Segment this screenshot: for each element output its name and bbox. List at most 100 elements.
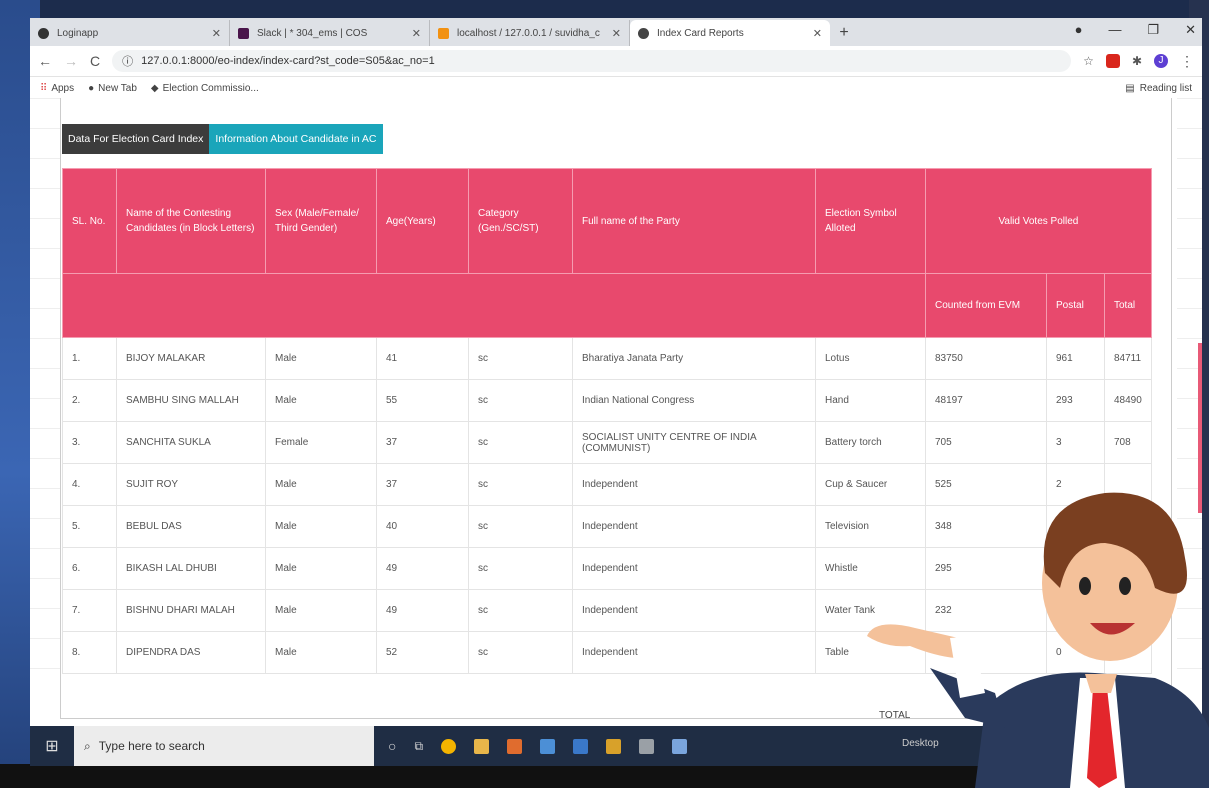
profile-avatar[interactable]: J <box>1154 54 1168 68</box>
url-text: 127.0.0.1:8000/eo-index/index-card?st_co… <box>141 55 435 67</box>
app-icon[interactable] <box>540 738 556 754</box>
chrome-icon[interactable] <box>441 738 457 754</box>
notepad-icon[interactable] <box>606 738 622 754</box>
cell-total: 48490 <box>1104 379 1152 422</box>
cortana-icon[interactable]: ○ <box>388 738 396 754</box>
header-valid-votes: Valid Votes Polled <box>925 168 1152 274</box>
table-row: 3. SANCHITA SUKLA Female 37 sc SOCIALIST UNIT… <box>62 421 1152 464</box>
profile-menu-icon[interactable]: ● <box>1075 22 1083 38</box>
cell-symbol: Battery torch <box>815 421 926 464</box>
taskbar-search[interactable]: ⌕ Type here to search <box>74 726 374 766</box>
reading-list-icon: ▤ <box>1125 82 1135 94</box>
slack-icon <box>238 27 249 39</box>
cell-age: 37 <box>376 421 469 464</box>
pdf-extension-icon[interactable] <box>1105 54 1120 68</box>
bookmark-apps[interactable]: ⠿ Apps <box>40 83 74 94</box>
vscode-icon[interactable] <box>573 738 589 754</box>
cell-category: sc <box>468 379 573 422</box>
cell-sex: Male <box>265 463 377 506</box>
cell-party: Independent <box>572 463 816 506</box>
cell-category: sc <box>468 463 573 506</box>
cell-sl: 1. <box>62 337 117 380</box>
forward-icon[interactable]: → <box>64 53 78 69</box>
cell-evm: 48197 <box>925 379 1047 422</box>
header-sex: Sex (Male/Female/ Third Gender) <box>265 168 377 274</box>
phpmyadmin-icon <box>438 27 449 39</box>
windows-start-icon[interactable]: ⊞ <box>30 736 74 756</box>
terminal-icon[interactable] <box>639 738 655 754</box>
cell-sl: 5. <box>62 505 117 548</box>
cell-sex: Female <box>265 421 377 464</box>
close-window-icon[interactable]: ✕ <box>1185 22 1196 38</box>
browser-toolbar: ← → C ⓘ 127.0.0.1:8000/eo-index/index-ca… <box>30 46 1202 77</box>
close-tab-icon[interactable]: ✕ <box>612 27 621 40</box>
header-total: Total <box>1104 273 1152 338</box>
menu-icon[interactable]: ⋮ <box>1180 53 1194 70</box>
cell-name: BIKASH LAL DHUBI <box>116 547 266 590</box>
tab-title: Loginapp <box>57 27 99 39</box>
cell-sl: 3. <box>62 421 117 464</box>
cell-symbol: Hand <box>815 379 926 422</box>
report-tabs: Data For Election Card Index Information… <box>62 124 383 154</box>
cell-name: BISHNU DHARI MALAH <box>116 589 266 632</box>
extensions-icon[interactable]: ✱ <box>1132 54 1142 68</box>
close-tab-icon[interactable]: ✕ <box>212 27 221 40</box>
cell-age: 52 <box>376 631 469 674</box>
search-placeholder: Type here to search <box>98 739 205 753</box>
cell-party: Indian National Congress <box>572 379 816 422</box>
bookmark-new-tab[interactable]: ● New Tab <box>88 83 137 94</box>
cell-sl: 7. <box>62 589 117 632</box>
cell-evm: 83750 <box>925 337 1047 380</box>
cell-name: BEBUL DAS <box>116 505 266 548</box>
cell-party: Independent <box>572 589 816 632</box>
browser-tab-slack[interactable]: Slack | * 304_ems | COS ✕ <box>230 20 430 46</box>
browser-tab-loginapp[interactable]: Loginapp ✕ <box>30 20 230 46</box>
taskbar-apps: ○ ⧉ <box>388 738 688 754</box>
cell-name: SANCHITA SUKLA <box>116 421 266 464</box>
reload-icon[interactable]: C <box>90 53 100 69</box>
bookmark-election-commission[interactable]: ◆ Election Commissio... <box>151 83 259 94</box>
bookmark-star-icon[interactable]: ☆ <box>1083 54 1094 68</box>
cell-sl: 6. <box>62 547 117 590</box>
cell-category: sc <box>468 421 573 464</box>
cell-age: 37 <box>376 463 469 506</box>
task-view-icon[interactable]: ⧉ <box>414 739 423 754</box>
cell-sex: Male <box>265 337 377 380</box>
header-postal: Postal <box>1046 273 1105 338</box>
tab-election-card-data[interactable]: Data For Election Card Index <box>62 124 210 154</box>
reading-list[interactable]: ▤ Reading list <box>1125 83 1192 94</box>
cell-sl: 2. <box>62 379 117 422</box>
tab-candidate-info[interactable]: Information About Candidate in AC <box>209 124 383 154</box>
cell-party: Independent <box>572 505 816 548</box>
header-evm: Counted from EVM <box>925 273 1047 338</box>
header-age: Age(Years) <box>376 168 469 274</box>
cell-category: sc <box>468 547 573 590</box>
tab-favicon-icon <box>38 27 49 39</box>
cell-symbol: Lotus <box>815 337 926 380</box>
app-icon[interactable] <box>672 738 688 754</box>
new-tab-button[interactable]: + <box>830 20 858 46</box>
address-bar[interactable]: ⓘ 127.0.0.1:8000/eo-index/index-card?st_… <box>112 50 1072 72</box>
back-icon[interactable]: ← <box>38 53 52 69</box>
header-category: Category (Gen./SC/ST) <box>468 168 573 274</box>
cell-total: 708 <box>1104 421 1152 464</box>
globe-icon: ● <box>88 82 95 94</box>
cell-age: 41 <box>376 337 469 380</box>
search-icon: ⌕ <box>84 738 91 753</box>
presenter-cartoon-illustration <box>867 492 1209 788</box>
cell-age: 55 <box>376 379 469 422</box>
close-tab-icon[interactable]: ✕ <box>412 27 421 40</box>
restore-icon[interactable]: ❐ <box>1147 22 1159 38</box>
cell-category: sc <box>468 505 573 548</box>
cell-postal: 961 <box>1046 337 1105 380</box>
browser-tab-index-card[interactable]: Index Card Reports ✕ <box>630 20 830 46</box>
file-explorer-icon[interactable] <box>474 738 490 754</box>
cell-party: SOCIALIST UNITY CENTRE OF INDIA (COMMUNI… <box>572 421 816 464</box>
browser-tab-localhost[interactable]: localhost / 127.0.0.1 / suvidha_c ✕ <box>430 20 630 46</box>
cell-postal: 293 <box>1046 379 1105 422</box>
xampp-icon[interactable] <box>507 738 523 754</box>
minimize-icon[interactable]: — <box>1108 22 1121 38</box>
close-tab-icon[interactable]: ✕ <box>813 27 822 40</box>
cell-party: Bharatiya Janata Party <box>572 337 816 380</box>
cell-age: 49 <box>376 589 469 632</box>
